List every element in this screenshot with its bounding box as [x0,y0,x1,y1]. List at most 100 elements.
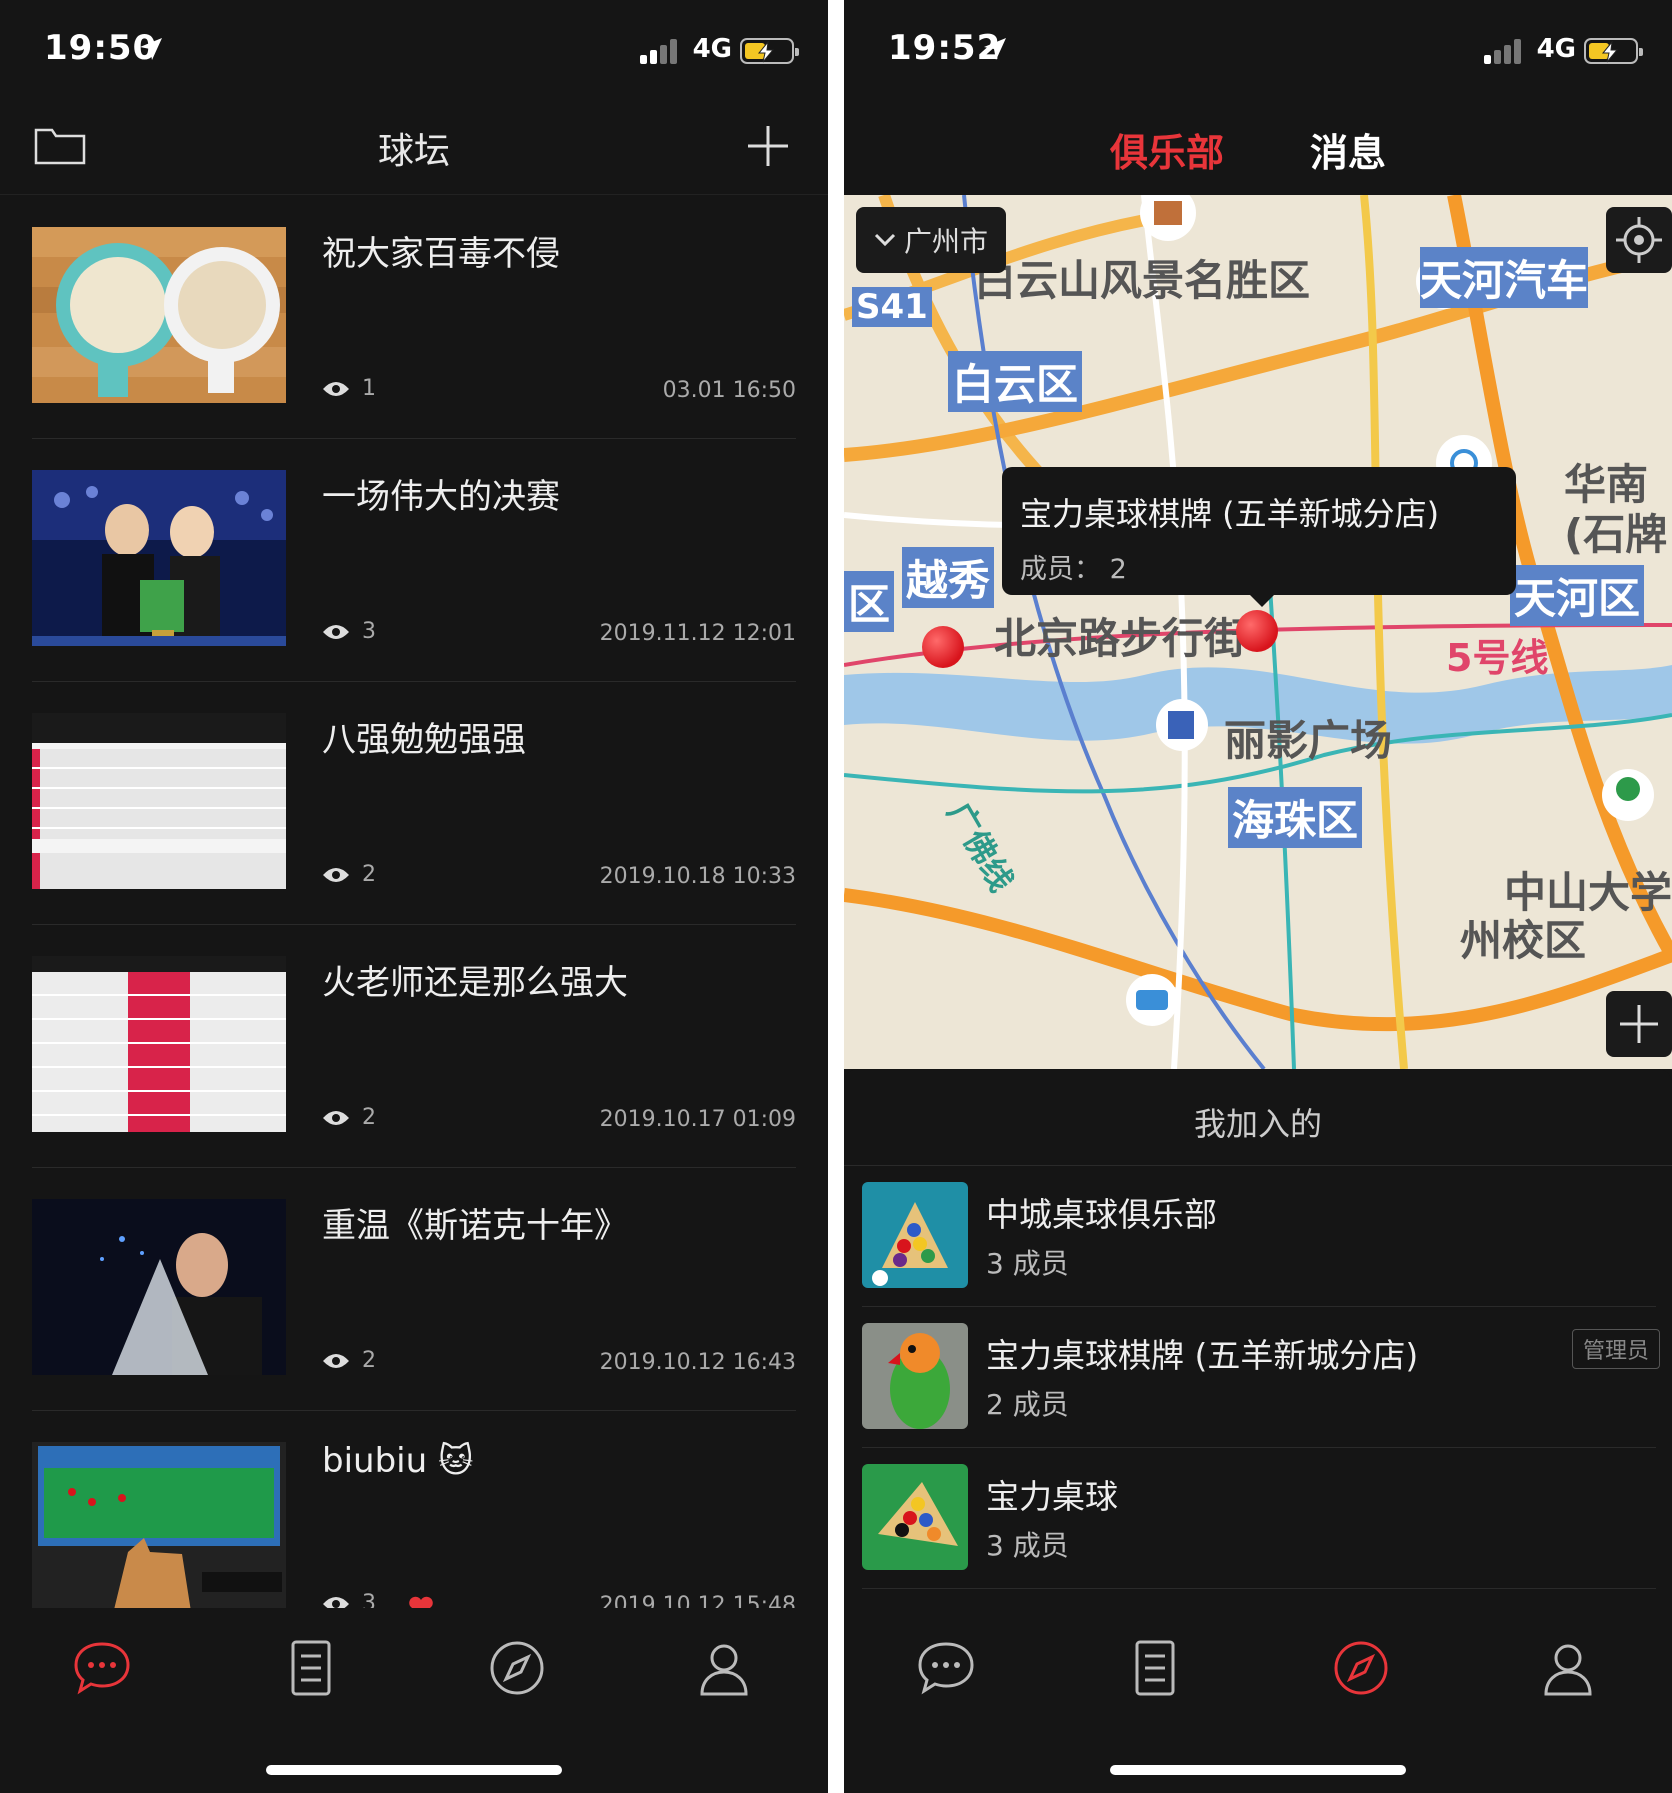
post-date: 2019.10.12 16:43 [599,1350,796,1375]
chevron-down-icon [874,233,896,247]
map-label: 白云区 [948,351,1083,412]
tab-bar [0,1608,828,1793]
club-pin-selected[interactable] [1236,610,1278,652]
view-count-value: 3 [362,619,376,644]
map-label: S41 [852,287,932,327]
map-label: 越秀 [902,547,995,608]
locate-button[interactable] [1606,207,1672,273]
club-item[interactable]: 中城桌球俱乐部 3 成员 [844,1166,1672,1307]
add-post-button[interactable] [746,124,790,168]
view-count: 2 [322,862,376,887]
club-members: 3 成员 [986,1247,1069,1280]
post-title: 重温《斯诺克十年》 [322,1206,628,1246]
post-thumbnail [32,1199,286,1375]
club-pin[interactable] [922,626,964,668]
club-item[interactable]: 宝力桌球 3 成员 [844,1448,1672,1589]
post-item[interactable]: 重温《斯诺克十年》 2 2019.10.12 16:43 [32,1168,796,1411]
post-title: 祝大家百毒不侵 [322,234,560,274]
post-title: 火老师还是那么强大 [322,963,628,1003]
map-label: 丽影广场 [1224,716,1393,765]
home-indicator[interactable] [266,1765,562,1775]
map-label: (石牌 [1564,510,1668,559]
view-count-value: 2 [362,1348,376,1373]
tooltip-members: 成员： 2 [1020,554,1127,585]
tab-clubs[interactable]: 俱乐部 [1110,122,1224,177]
add-club-button[interactable] [1606,991,1672,1057]
tab-chat-icon[interactable] [72,1638,132,1698]
signal-icon [1484,38,1524,64]
post-date: 2019.10.18 10:33 [599,864,796,889]
post-item[interactable]: 火老师还是那么强大 2 2019.10.17 01:09 [32,925,796,1168]
forum-screen: 19:50 4G 球坛 祝大家百毒不侵 1 03.01 16:50 一场伟大的决… [0,0,828,1793]
tab-list-icon[interactable] [1125,1638,1185,1698]
club-members: 2 成员 [986,1388,1069,1421]
section-heading: 我加入的 [1193,1105,1322,1143]
club-avatar [862,1464,968,1570]
map-label: 北京路步行街 [994,614,1247,663]
city-label: 广州市 [903,225,988,258]
heart-icon[interactable] [408,1596,434,1608]
locate-icon [1616,217,1662,263]
network-label: 4G [692,34,732,64]
club-tooltip[interactable]: 宝力桌球棋牌 (五羊新城分店) 成员： 2 [1002,467,1516,607]
view-count: 2 [322,1348,376,1373]
status-bar: 19:52 4G [844,0,1672,100]
joined-clubs-panel: 我加入的 中城桌球俱乐部 3 成员 宝力桌球棋牌 (五羊新城分店) 2 成员 管… [844,1069,1672,1608]
club-avatar [862,1182,968,1288]
network-label: 4G [1536,34,1576,64]
post-list: 祝大家百毒不侵 1 03.01 16:50 一场伟大的决赛 3 2019.11.… [0,196,828,1608]
post-thumbnail [32,713,286,889]
view-count-value: 3 [362,1591,376,1608]
post-item[interactable]: 祝大家百毒不侵 1 03.01 16:50 [32,196,796,439]
tooltip-club-name: 宝力桌球棋牌 (五羊新城分店) [1020,495,1440,533]
map-label: 白云山风景名胜区 [974,256,1311,305]
post-date: 03.01 16:50 [662,378,796,403]
tab-list-icon[interactable] [281,1638,341,1698]
post-item[interactable]: 一场伟大的决赛 3 2019.11.12 12:01 [32,439,796,682]
map-label: 天河汽车 [1420,247,1589,308]
eye-icon [323,1596,349,1608]
post-title: 一场伟大的决赛 [322,477,560,517]
post-title: 八强勉勉强强 [322,720,526,760]
post-date: 2019.10.17 01:09 [599,1107,796,1132]
post-thumbnail [32,227,286,403]
page-title: 球坛 [377,131,450,172]
nav-bar: 球坛 [0,100,828,195]
home-indicator[interactable] [1110,1765,1406,1775]
tab-profile-icon[interactable] [694,1638,754,1698]
club-map[interactable]: 白云山风景名胜区 天河汽车 S41 白云区 华南 (石牌 区 越秀 北京路步行街… [844,195,1672,1069]
eye-icon [323,381,349,396]
battery-icon [1584,38,1643,64]
city-selector[interactable]: 广州市 [856,207,1006,273]
view-count: 3 [322,1591,376,1608]
post-item[interactable]: 八强勉勉强强 2 2019.10.18 10:33 [32,682,796,925]
post-date: 2019.11.12 12:01 [599,621,796,646]
club-members: 3 成员 [986,1529,1069,1562]
eye-icon [323,624,349,639]
eye-icon [323,1110,349,1125]
view-count-value: 2 [362,862,376,887]
tab-compass-icon[interactable] [1331,1638,1391,1698]
view-count: 1 [322,376,376,401]
club-item[interactable]: 宝力桌球棋牌 (五羊新城分店) 2 成员 管理员 [844,1307,1672,1448]
map-label: 5号线 [1446,636,1549,680]
tab-profile-icon[interactable] [1538,1638,1598,1698]
location-arrow-icon [984,38,1006,60]
view-count: 2 [322,1105,376,1130]
post-thumbnail [32,470,286,646]
eye-icon [323,867,349,882]
status-bar: 19:50 4G [0,0,828,100]
tab-bar [844,1608,1672,1793]
club-name: 宝力桌球棋牌 (五羊新城分店) [986,1336,1419,1375]
view-count: 3 [322,619,376,644]
club-avatar [862,1323,968,1429]
tab-compass-icon[interactable] [487,1638,547,1698]
map-label: 州校区 [1460,916,1587,965]
map-label: 天河区 [1510,565,1645,626]
admin-badge: 管理员 [1571,1329,1660,1369]
tab-chat-icon[interactable] [916,1638,976,1698]
view-count-value: 2 [362,1105,376,1130]
map-label: 海珠区 [1228,787,1363,848]
tab-messages[interactable]: 消息 [1310,122,1386,177]
post-item[interactable]: biubiu 🐱 3 2019.10.12 15:48 [32,1411,796,1608]
